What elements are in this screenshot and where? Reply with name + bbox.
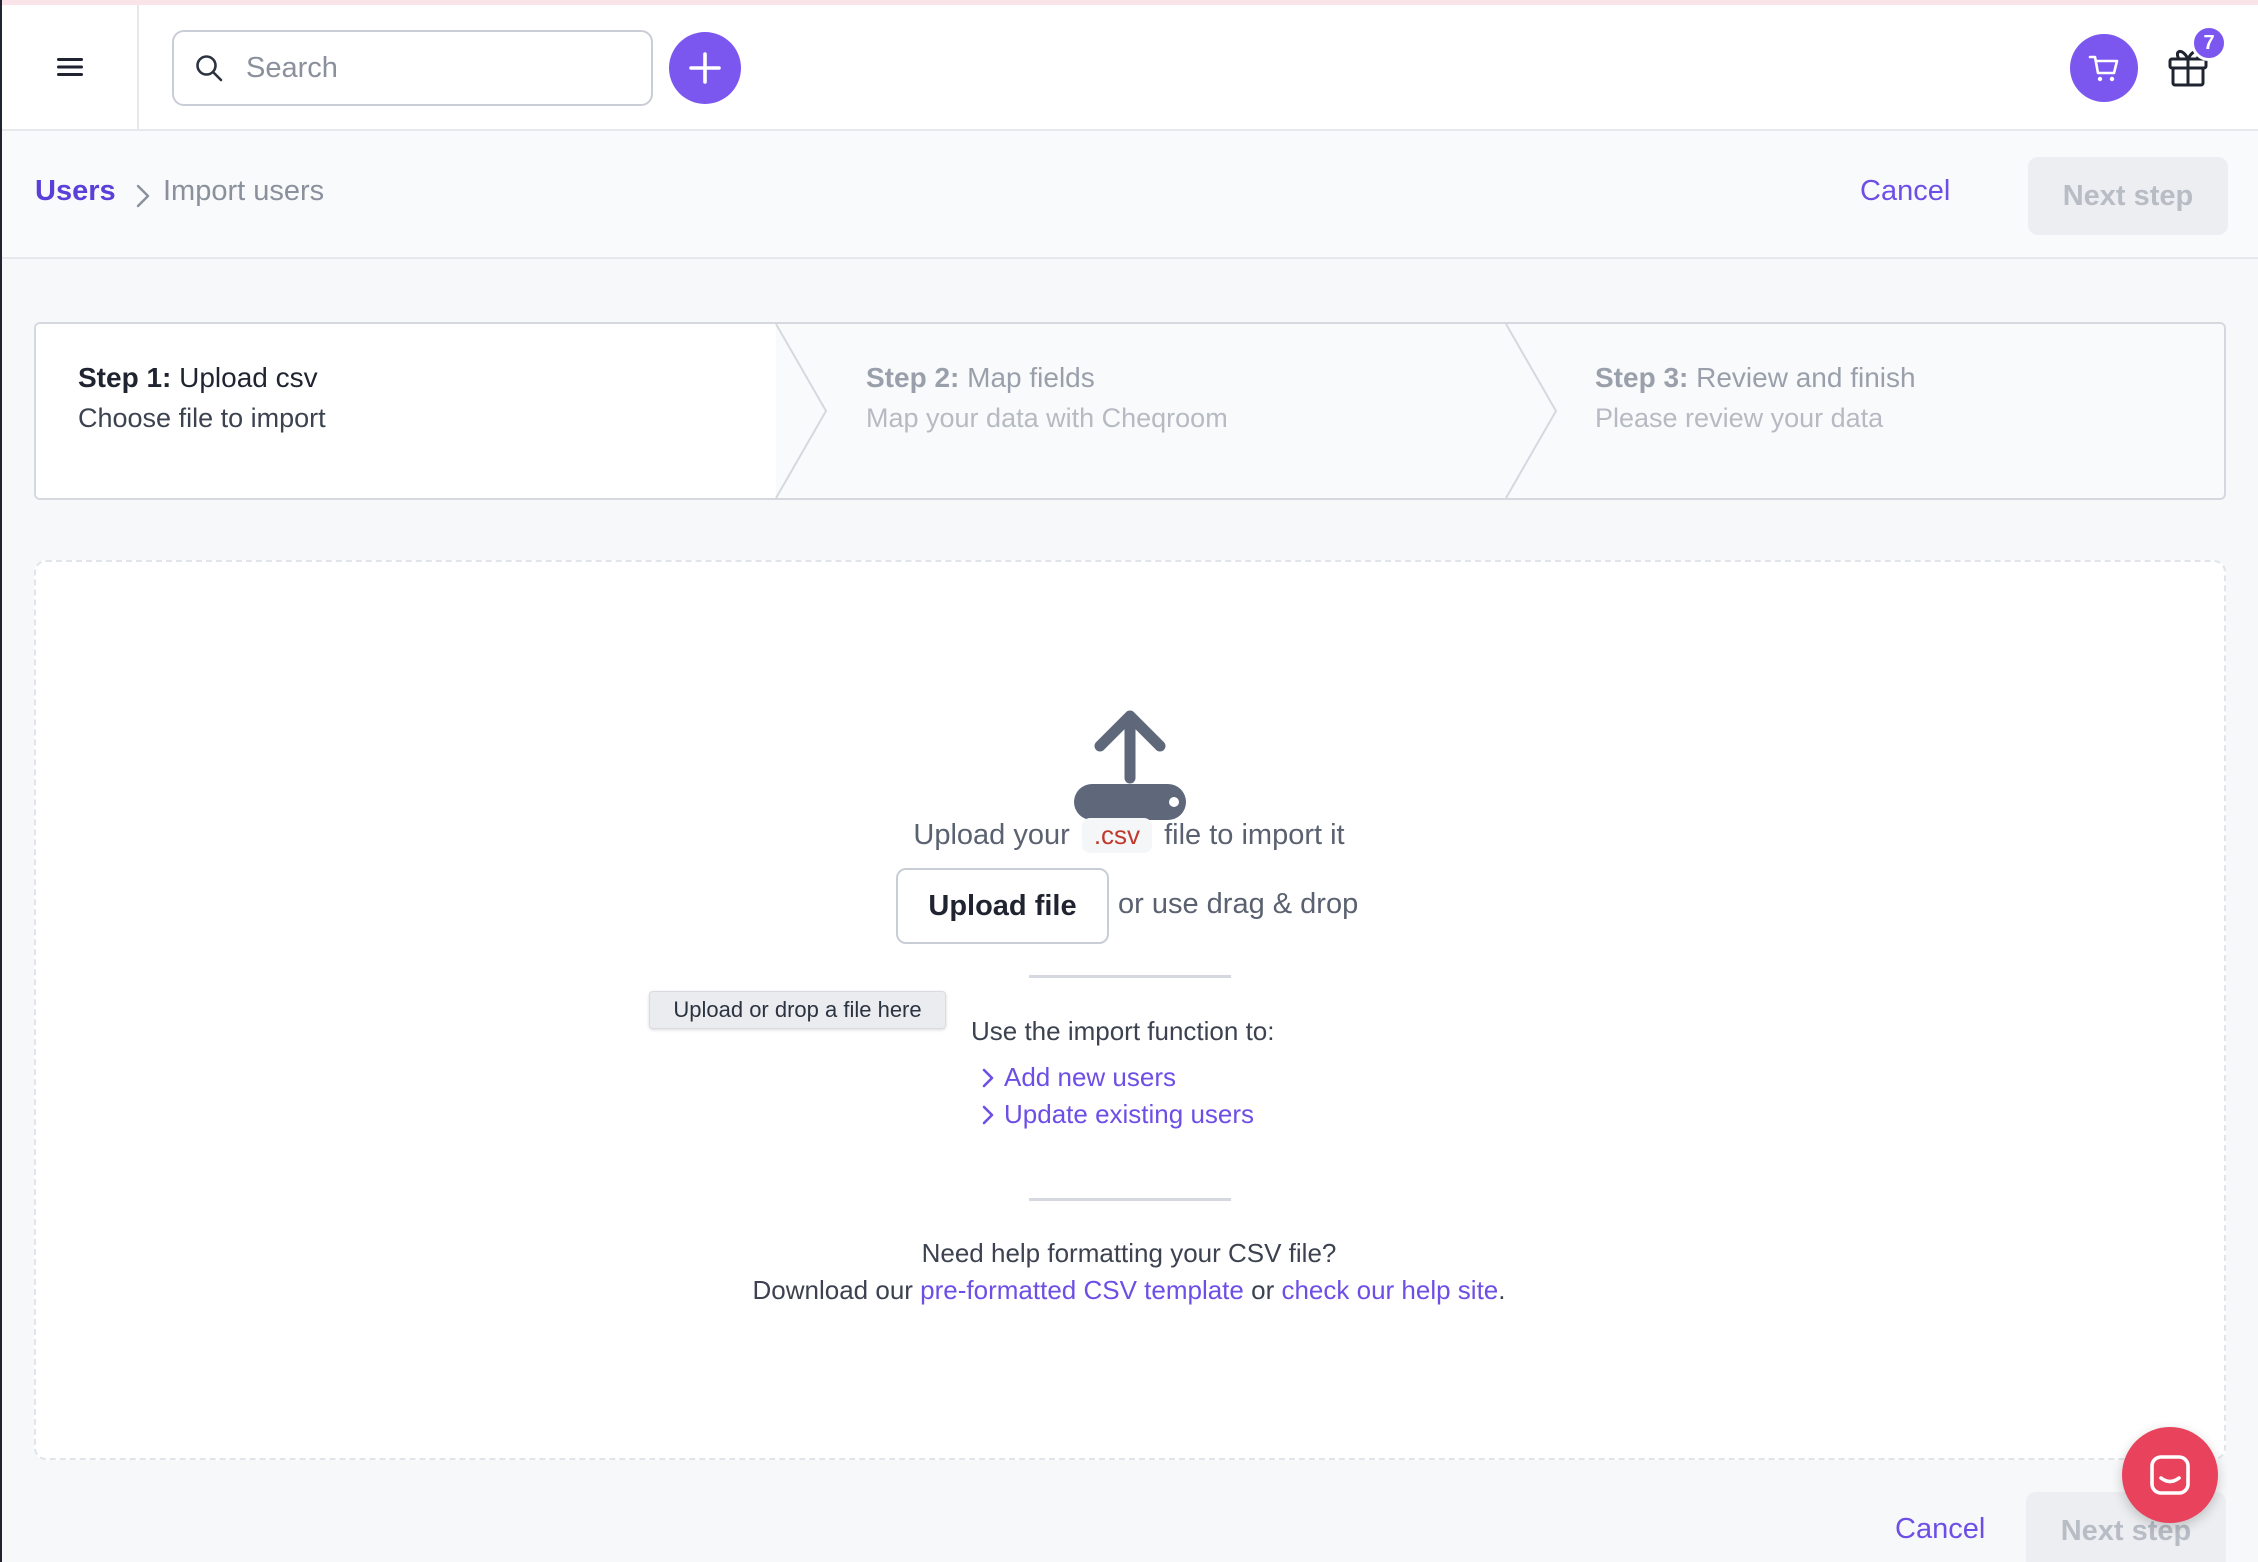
step-1: Step 1: Upload csv Choose file to import xyxy=(78,358,326,438)
step-1-title: Upload csv xyxy=(179,362,318,393)
csv-extension-badge: .csv xyxy=(1081,818,1153,853)
help-text-after: . xyxy=(1498,1275,1506,1305)
help-text-line2: Download our pre-formatted CSV template … xyxy=(0,1275,2258,1306)
help-text-middle: or xyxy=(1251,1275,1275,1305)
step-1-prefix: Step 1: xyxy=(78,362,172,393)
chat-launcher-button[interactable] xyxy=(2122,1427,2218,1523)
menu-button[interactable] xyxy=(2,5,139,129)
step-1-subtitle: Choose file to import xyxy=(78,403,326,433)
add-new-users-link[interactable]: Add new users xyxy=(980,1062,1176,1093)
chevron-right-icon xyxy=(982,1068,994,1087)
step-3-subtitle: Please review your data xyxy=(1595,403,1884,433)
file-drop-zone[interactable] xyxy=(34,560,2226,1460)
top-bar: 7 xyxy=(2,5,2258,131)
divider xyxy=(1029,975,1231,978)
upload-icon xyxy=(1074,710,1186,820)
import-function-title: Use the import function to: xyxy=(971,1016,1275,1046)
import-steps: Step 1: Upload csv Choose file to import… xyxy=(34,322,2226,500)
add-button[interactable] xyxy=(669,32,741,104)
breadcrumb-current: Import users xyxy=(163,175,325,207)
cart-button[interactable] xyxy=(2070,34,2138,102)
step-2-title: Map fields xyxy=(967,362,1095,393)
step-2: Step 2: Map fields Map your data with Ch… xyxy=(866,358,1228,438)
update-existing-users-link[interactable]: Update existing users xyxy=(980,1099,1254,1130)
drag-drop-text: or use drag & drop xyxy=(1118,888,1359,920)
search-box[interactable] xyxy=(172,30,653,106)
cart-icon xyxy=(2088,55,2119,82)
step-3-prefix: Step 3: xyxy=(1595,362,1689,393)
csv-template-link[interactable]: pre-formatted CSV template xyxy=(920,1275,1244,1305)
step-3: Step 3: Review and finish Please review … xyxy=(1595,358,1916,438)
step-2-prefix: Step 2: xyxy=(866,362,960,393)
search-icon xyxy=(196,55,223,82)
breadcrumb-users-link[interactable]: Users xyxy=(35,175,116,208)
divider xyxy=(1029,1198,1231,1201)
chat-icon xyxy=(2150,1455,2190,1495)
menu-icon xyxy=(56,58,83,76)
upload-instructions: Upload your .csv file to import it xyxy=(0,818,2258,853)
upload-file-button[interactable]: Upload file xyxy=(896,868,1109,944)
help-text-before: Download our xyxy=(752,1275,913,1305)
step-3-title: Review and finish xyxy=(1696,362,1916,393)
cancel-button-bottom[interactable]: Cancel xyxy=(1895,1513,1985,1546)
chevron-right-icon xyxy=(982,1105,994,1124)
chevron-right-icon xyxy=(136,184,150,208)
search-input[interactable] xyxy=(246,51,626,85)
plus-icon xyxy=(689,52,721,84)
notification-badge: 7 xyxy=(2191,25,2227,61)
upload-text-after: file to import it xyxy=(1164,819,1345,851)
cancel-button-top[interactable]: Cancel xyxy=(1860,175,1950,208)
update-existing-users-label: Update existing users xyxy=(1004,1099,1255,1129)
upload-tooltip: Upload or drop a file here xyxy=(649,991,946,1029)
next-step-button-top[interactable]: Next step xyxy=(2028,157,2228,235)
add-new-users-label: Add new users xyxy=(1004,1062,1176,1092)
help-text-line1: Need help formatting your CSV file? xyxy=(921,1238,1337,1268)
step-2-subtitle: Map your data with Cheqroom xyxy=(866,403,1228,433)
page-header: Users Import users Cancel Next step xyxy=(2,131,2258,259)
help-site-link[interactable]: check our help site xyxy=(1281,1275,1498,1305)
upload-text-before: Upload your xyxy=(913,819,1070,851)
